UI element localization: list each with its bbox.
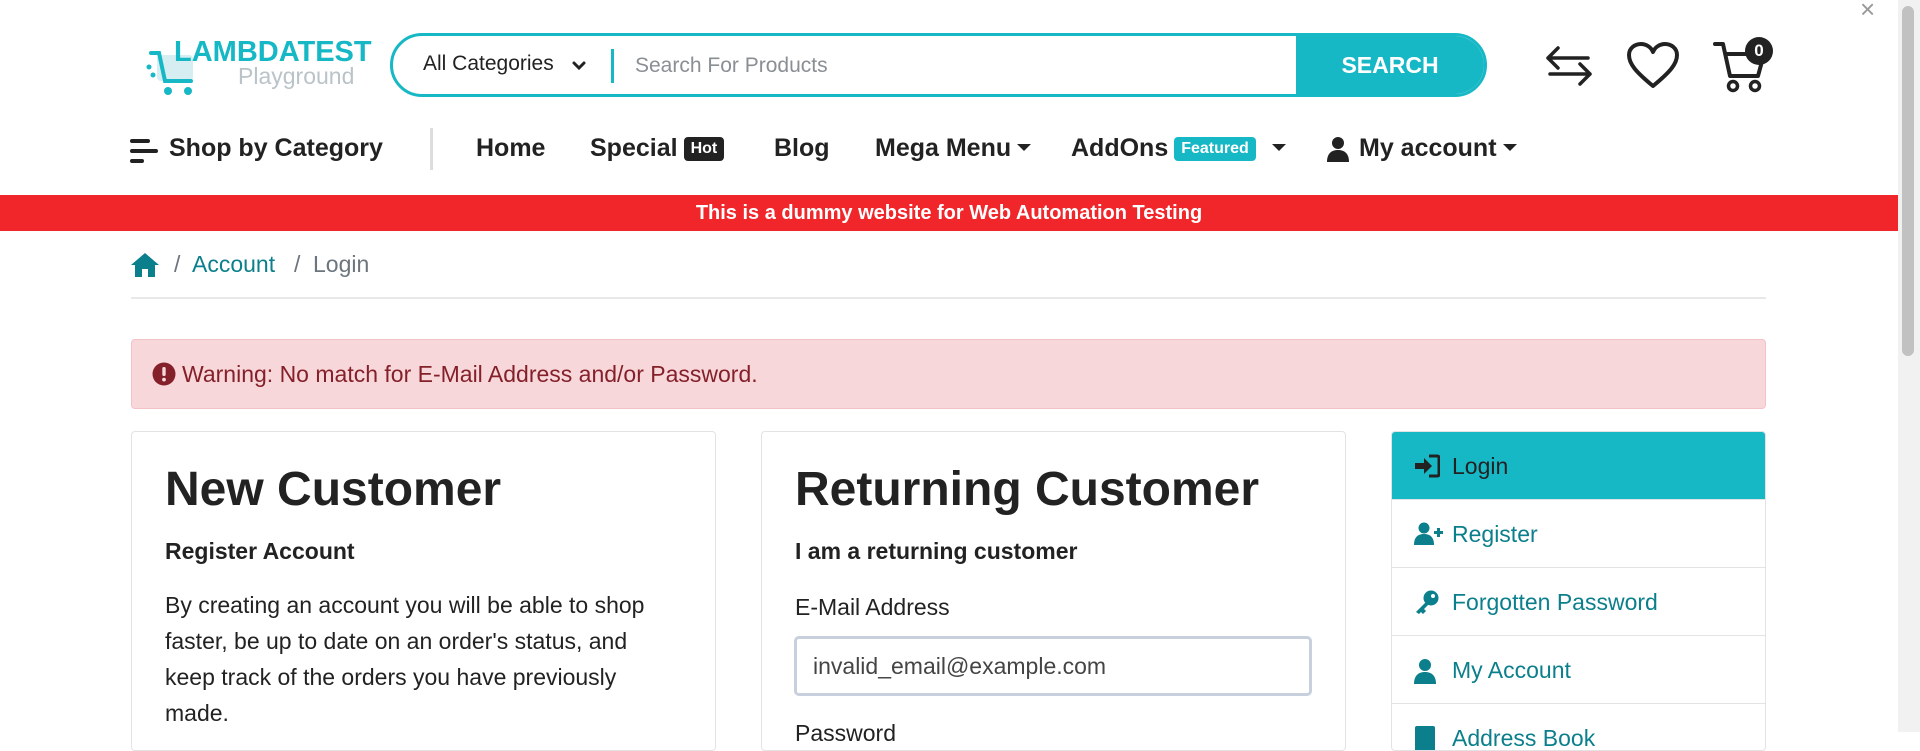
sidebar-item-register[interactable]: Register [1392,500,1765,568]
sidebar-item-my-account[interactable]: My Account [1392,636,1765,704]
sign-in-icon [1415,454,1440,478]
chevron-down-icon[interactable] [571,54,587,78]
featured-badge: Featured [1174,137,1256,161]
description-line: By creating an account you will be able … [165,592,645,618]
description-line: faster, be up to date on an order's stat… [165,628,628,654]
nav-addons[interactable]: AddOns Featured [1071,134,1286,163]
email-field[interactable] [794,636,1312,696]
new-customer-card: New Customer Register Account By creatin… [131,431,716,751]
returning-customer-card: Returning Customer I am a returning cust… [761,431,1346,751]
alert-text: Warning: No match for E-Mail Address and… [182,361,758,387]
search-button[interactable]: SEARCH [1296,36,1484,94]
compare-arrows-icon[interactable] [1540,42,1596,90]
caret-down-icon [1502,144,1517,151]
category-select[interactable]: All Categories [423,52,554,76]
divider [131,297,1766,299]
nav-my-account-label: My account [1359,134,1497,162]
warning-alert: Warning: No match for E-Mail Address and… [131,339,1766,409]
home-icon[interactable] [130,252,160,278]
nav-divider [430,128,433,170]
hot-badge: Hot [683,137,725,161]
menu-icon[interactable] [130,138,160,164]
user-plus-icon [1414,522,1443,545]
nav-special-label: Special [590,134,678,162]
sidebar-item-forgotten-password[interactable]: Forgotten Password [1392,568,1765,636]
description-line: keep track of the orders you have previo… [165,664,617,690]
key-icon [1416,590,1439,614]
sidebar-item-label: Register [1452,521,1538,547]
sidebar-item-login[interactable]: Login [1392,432,1765,500]
password-label: Password [795,720,896,746]
info-banner: This is a dummy website for Web Automati… [0,195,1898,231]
heart-icon[interactable] [1626,42,1680,90]
new-customer-description: By creating an account you will be able … [165,587,644,731]
nav-addons-label: AddOns [1071,134,1169,162]
search-divider [611,49,614,83]
user-icon [1414,659,1436,684]
scrollbar-thumb[interactable] [1902,6,1914,356]
returning-customer-subtitle: I am a returning customer [795,538,1078,564]
account-sidebar: Login Register Forgotten Password My Acc… [1391,431,1766,751]
brand-subtitle: Playground [238,63,355,89]
nav-mega-menu-label: Mega Menu [875,134,1012,162]
sidebar-item-label: Address Book [1452,725,1596,751]
nav-mega-menu[interactable]: Mega Menu [875,134,1032,163]
nav-blog[interactable]: Blog [774,134,830,163]
close-icon[interactable]: × [1860,0,1875,25]
sidebar-item-label: My Account [1452,657,1571,683]
nav-home[interactable]: Home [476,134,545,163]
nav-special[interactable]: Special Hot [590,134,725,163]
caret-down-icon [1017,144,1032,151]
shop-by-category[interactable]: Shop by Category [169,134,383,163]
breadcrumb-account[interactable]: Account [192,251,275,278]
address-book-icon [1415,726,1435,750]
breadcrumb-separator: / [174,251,181,277]
search-input[interactable] [633,42,1157,90]
register-account-heading: Register Account [165,538,355,564]
user-icon [1327,137,1349,162]
nav-my-account[interactable]: My account [1359,134,1517,163]
caret-down-icon [1271,144,1286,151]
returning-customer-title: Returning Customer [795,463,1260,516]
new-customer-title: New Customer [165,463,502,516]
search-bar: All Categories SEARCH [390,33,1487,97]
sidebar-item-label: Login [1452,453,1509,479]
breadcrumb-separator: / [294,251,301,277]
description-line: made. [165,700,229,726]
breadcrumb-current: Login [313,251,370,277]
exclamation-circle-icon [152,362,176,386]
cart-count-badge: 0 [1745,37,1773,65]
email-label: E-Mail Address [795,594,950,620]
sidebar-item-address-book[interactable]: Address Book [1392,704,1765,751]
sidebar-item-label: Forgotten Password [1452,589,1658,615]
